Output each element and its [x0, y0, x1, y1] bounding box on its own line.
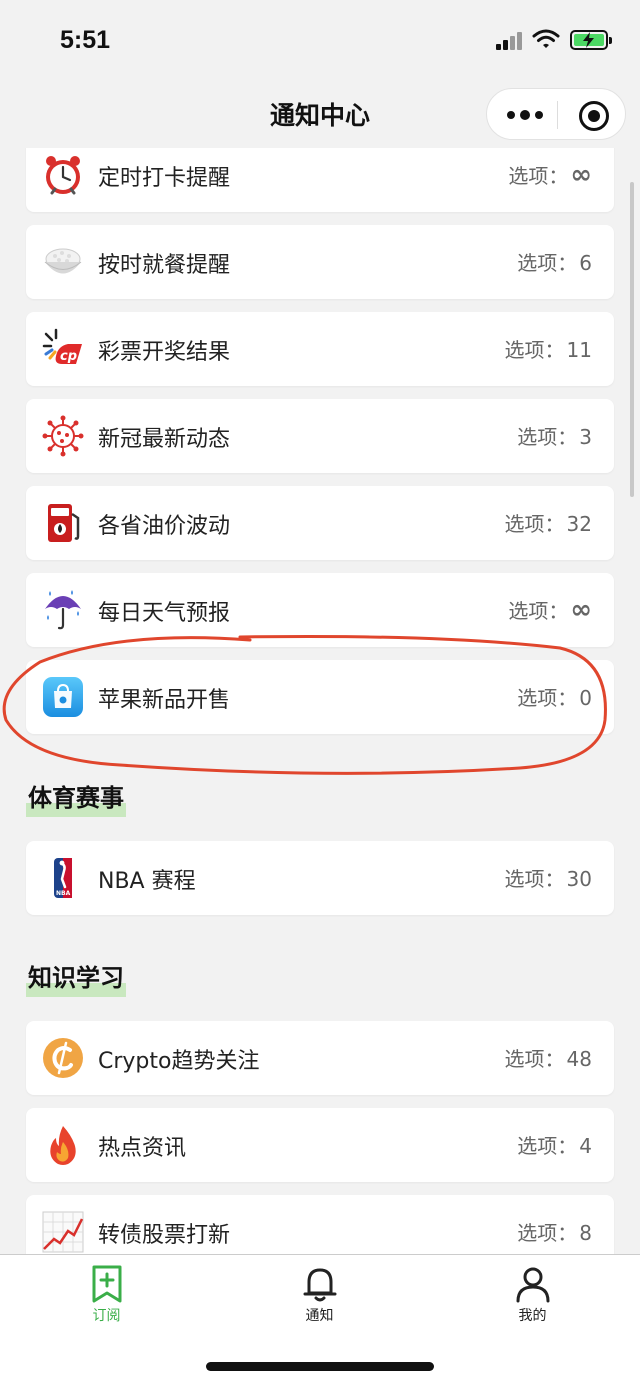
status-time: 5:51 — [60, 26, 111, 54]
tab-label: 我的 — [518, 1308, 547, 1324]
nav-bar: 通知中心 — [0, 80, 640, 148]
section-title-knowledge: 知识学习 — [26, 958, 126, 997]
card-name: 各省油价波动 — [98, 514, 231, 539]
card-nba-schedule[interactable]: NBA NBA 赛程 选项： 30 — [26, 841, 614, 915]
lottery-icon: cp — [42, 328, 82, 364]
card-name: 新冠最新动态 — [98, 427, 231, 452]
app-store-bag-icon — [43, 677, 83, 717]
card-option-count: 选项： 32 — [504, 512, 592, 536]
card-name: 按时就餐提醒 — [98, 253, 231, 278]
card-apple-new-products[interactable]: 苹果新品开售 选项： 0 — [26, 660, 614, 734]
card-hot-news[interactable]: 热点资讯 选项： 4 — [26, 1108, 614, 1182]
card-clock-reminder[interactable]: 定时打卡提醒 选项：∞ — [26, 148, 614, 212]
card-name: 转债股票打新 — [98, 1223, 231, 1248]
card-option-count: 选项： 30 — [504, 867, 592, 891]
card-option-count: 选项：∞ — [508, 160, 592, 190]
card-oil-price[interactable]: 各省油价波动 选项： 32 — [26, 486, 614, 560]
card-name: 每日天气预报 — [98, 601, 231, 626]
fire-icon — [50, 1126, 76, 1165]
stock-chart-icon — [42, 1211, 84, 1253]
card-name: 苹果新品开售 — [98, 688, 231, 713]
card-option-count: 选项： 4 — [517, 1134, 592, 1158]
crypto-coin-icon — [43, 1038, 83, 1078]
rice-bowl-icon — [44, 248, 82, 274]
subscription-list[interactable]: 定时打卡提醒 选项：∞ 按时就餐提醒 选项： 6 cp 彩票开奖结果 选项： 11 — [0, 148, 640, 1254]
battery-icon — [570, 30, 612, 50]
more-icon[interactable] — [507, 101, 543, 129]
card-option-count: 选项：∞ — [508, 595, 592, 625]
card-crypto-trends[interactable]: Crypto趋势关注 选项： 48 — [26, 1021, 614, 1095]
card-name: 定时打卡提醒 — [98, 166, 231, 191]
card-meal-reminder[interactable]: 按时就餐提醒 选项： 6 — [26, 225, 614, 299]
card-name: NBA 赛程 — [98, 869, 196, 894]
tab-subscribe[interactable]: 订阅 — [0, 1255, 213, 1335]
status-bar: 5:51 — [0, 0, 640, 80]
card-option-count: 选项： 8 — [517, 1221, 592, 1245]
home-indicator[interactable] — [206, 1362, 434, 1371]
capsule-divider — [557, 101, 558, 129]
card-option-count: 选项： 3 — [517, 425, 592, 449]
section-title-sports: 体育赛事 — [26, 778, 126, 817]
card-covid-news[interactable]: 新冠最新动态 选项： 3 — [26, 399, 614, 473]
close-target-icon[interactable] — [579, 101, 609, 131]
card-bond-stock-ipo[interactable]: 转债股票打新 选项： 8 — [26, 1195, 614, 1254]
bell-icon — [303, 1268, 337, 1302]
person-icon — [516, 1267, 550, 1303]
fuel-pump-icon — [48, 504, 80, 542]
card-name: 彩票开奖结果 — [98, 340, 231, 365]
card-name: Crypto趋势关注 — [98, 1049, 260, 1074]
wifi-icon — [532, 29, 560, 48]
svg-text:cp: cp — [60, 349, 77, 364]
mini-program-capsule — [486, 88, 626, 140]
card-option-count: 选项： 6 — [517, 251, 592, 275]
subscribe-bookmark-icon — [92, 1265, 122, 1303]
card-weather-forecast[interactable]: 每日天气预报 选项：∞ — [26, 573, 614, 647]
tab-notifications[interactable]: 通知 — [213, 1255, 426, 1335]
card-option-count: 选项： 0 — [517, 686, 592, 710]
nba-logo-icon: NBA — [54, 858, 72, 898]
card-name: 热点资讯 — [98, 1136, 187, 1161]
tab-label: 订阅 — [92, 1308, 121, 1324]
card-lottery-result[interactable]: cp 彩票开奖结果 选项： 11 — [26, 312, 614, 386]
svg-text:NBA: NBA — [56, 890, 71, 897]
alarm-clock-icon — [46, 156, 80, 195]
umbrella-rain-icon — [45, 590, 81, 630]
card-option-count: 选项： 48 — [504, 1047, 592, 1071]
cellular-signal-icon — [496, 32, 524, 50]
card-option-count: 选项： 11 — [504, 338, 592, 362]
tab-profile[interactable]: 我的 — [426, 1255, 639, 1335]
tab-label: 通知 — [305, 1308, 334, 1324]
scrollbar[interactable] — [630, 182, 634, 497]
virus-icon — [42, 415, 84, 457]
